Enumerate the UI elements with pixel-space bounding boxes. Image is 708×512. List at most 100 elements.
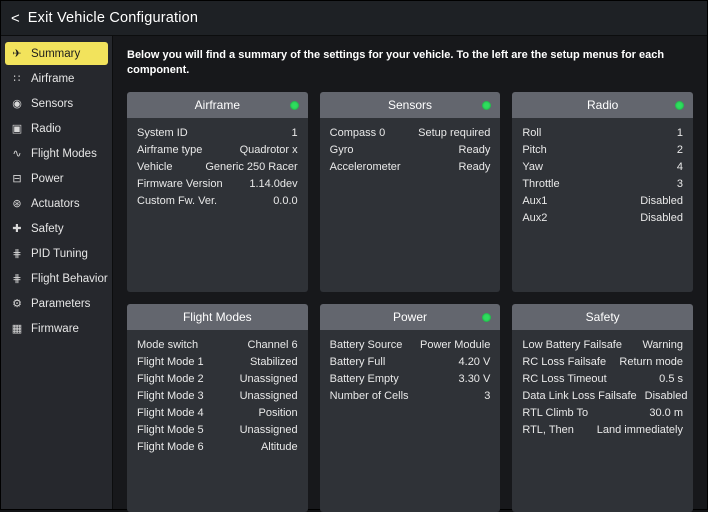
summary-row-value: 3 [677,176,683,192]
summary-card-body: Low Battery Failsafe Warning RC Loss Fai… [512,330,693,512]
sidebar-item-firmware[interactable]: ▦ Firmware [5,317,108,340]
sidebar-item-flight-behavior[interactable]: ⋕ Flight Behavior [5,267,108,290]
summary-row-value: 4 [677,159,683,175]
sidebar-item-parameters[interactable]: ⚙ Parameters [5,292,108,315]
sidebar-item-label: Power [31,173,64,185]
summary-card-body: Roll 1 Pitch 2 Yaw 4 Throttle 3 Aux1 Dis… [512,118,693,292]
summary-row-value: 0.0.0 [273,193,297,209]
summary-row-value: Quadrotor x [240,142,298,158]
summary-row-label: Vehicle [137,159,172,175]
summary-row-label: RC Loss Failsafe [522,354,606,370]
summary-cards: Airframe System ID 1 Airframe type Quadr… [127,92,693,512]
summary-card-flight-modes[interactable]: Flight Modes Mode switch Channel 6 Fligh… [127,304,308,512]
sidebar-item-radio[interactable]: ▣ Radio [5,117,108,140]
summary-row-label: Data Link Loss Failsafe [522,388,636,404]
sidebar-item-label: Summary [31,48,80,60]
summary-row: Throttle 3 [522,176,683,192]
summary-row: RC Loss Timeout 0.5 s [522,371,683,387]
summary-row: Number of Cells 3 [330,388,491,404]
sidebar-item-label: Parameters [31,298,90,310]
summary-row-label: System ID [137,125,188,141]
summary-row-value: 3.30 V [459,371,491,387]
content-area: Below you will find a summary of the set… [113,36,707,509]
airframe-icon: ∷ [10,72,24,85]
exit-vehicle-configuration-link[interactable]: Exit Vehicle Configuration [28,10,198,26]
summary-row: Accelerometer Ready [330,159,491,175]
summary-row-value: 3 [484,388,490,404]
summary-row-label: Firmware Version [137,176,223,192]
sidebar-item-power[interactable]: ⊟ Power [5,167,108,190]
status-ok-icon [675,101,684,110]
summary-row: Mode switch Channel 6 [137,337,298,353]
summary-card-body: Mode switch Channel 6 Flight Mode 1 Stab… [127,330,308,512]
summary-row-label: Roll [522,125,541,141]
summary-row-label: RTL Climb To [522,405,588,421]
summary-card-airframe[interactable]: Airframe System ID 1 Airframe type Quadr… [127,92,308,292]
summary-row-value: 1 [292,125,298,141]
summary-row-value: Position [259,405,298,421]
summary-card-title: Radio [587,98,618,112]
top-bar: < Exit Vehicle Configuration [1,1,707,36]
summary-card-title: Flight Modes [183,310,252,324]
sidebar-item-summary[interactable]: ✈ Summary [5,42,108,65]
sidebar-item-flight-modes[interactable]: ∿ Flight Modes [5,142,108,165]
sidebar-item-label: Sensors [31,98,73,110]
summary-row: Compass 0 Setup required [330,125,491,141]
safety-icon: ✚ [10,222,24,235]
summary-row-value: Setup required [418,125,490,141]
summary-row: Flight Mode 4 Position [137,405,298,421]
summary-row-label: Throttle [522,176,559,192]
summary-row: Flight Mode 1 Stabilized [137,354,298,370]
parameters-icon: ⚙ [10,297,24,310]
back-icon[interactable]: < [11,10,20,27]
summary-card-header: Airframe [127,92,308,118]
summary-row-label: Flight Mode 1 [137,354,204,370]
summary-row: Roll 1 [522,125,683,141]
sidebar-item-safety[interactable]: ✚ Safety [5,217,108,240]
summary-row-value: Stabilized [250,354,298,370]
sidebar-item-label: PID Tuning [31,248,88,260]
sidebar-item-pid-tuning[interactable]: ⋕ PID Tuning [5,242,108,265]
summary-card-header: Power [320,304,501,330]
summary-row-value: Ready [459,159,491,175]
summary-row: Flight Mode 2 Unassigned [137,371,298,387]
vehicle-configuration-window: < Exit Vehicle Configuration ✈ Summary ∷… [0,0,708,510]
summary-row-label: Gyro [330,142,354,158]
summary-row-value: Disabled [640,193,683,209]
summary-row-label: RTL, Then [522,422,574,438]
summary-row-label: Aux2 [522,210,547,226]
summary-row-label: Flight Mode 2 [137,371,204,387]
summary-card-header: Flight Modes [127,304,308,330]
actuators-icon: ⊛ [10,197,24,210]
summary-row-label: Custom Fw. Ver. [137,193,217,209]
sidebar-item-label: Radio [31,123,61,135]
summary-row-label: Flight Mode 3 [137,388,204,404]
summary-row: Aux1 Disabled [522,193,683,209]
sidebar-item-sensors[interactable]: ◉ Sensors [5,92,108,115]
summary-row: Battery Source Power Module [330,337,491,353]
summary-card-radio[interactable]: Radio Roll 1 Pitch 2 Yaw 4 Throttle 3 Au… [512,92,693,292]
summary-row: Pitch 2 [522,142,683,158]
sidebar-item-label: Flight Modes [31,148,97,160]
summary-card-power[interactable]: Power Battery Source Power Module Batter… [320,304,501,512]
summary-row-label: Battery Full [330,354,386,370]
summary-card-header: Radio [512,92,693,118]
summary-row-label: Battery Source [330,337,403,353]
sidebar-item-airframe[interactable]: ∷ Airframe [5,67,108,90]
paper-plane-icon: ✈ [10,47,24,60]
summary-card-sensors[interactable]: Sensors Compass 0 Setup required Gyro Re… [320,92,501,292]
summary-card-safety[interactable]: Safety Low Battery Failsafe Warning RC L… [512,304,693,512]
summary-row-label: Aux1 [522,193,547,209]
summary-row-value: Generic 250 Racer [205,159,297,175]
summary-row-value: 4.20 V [459,354,491,370]
summary-row-value: 2 [677,142,683,158]
pid-tuning-icon: ⋕ [10,247,24,260]
sidebar-item-label: Flight Behavior [31,273,108,285]
summary-row-label: Flight Mode 4 [137,405,204,421]
summary-row-value: Land immediately [597,422,683,438]
summary-row-label: RC Loss Timeout [522,371,606,387]
summary-card-body: System ID 1 Airframe type Quadrotor x Ve… [127,118,308,292]
sidebar-item-label: Airframe [31,73,74,85]
summary-card-body: Compass 0 Setup required Gyro Ready Acce… [320,118,501,292]
sidebar-item-actuators[interactable]: ⊛ Actuators [5,192,108,215]
